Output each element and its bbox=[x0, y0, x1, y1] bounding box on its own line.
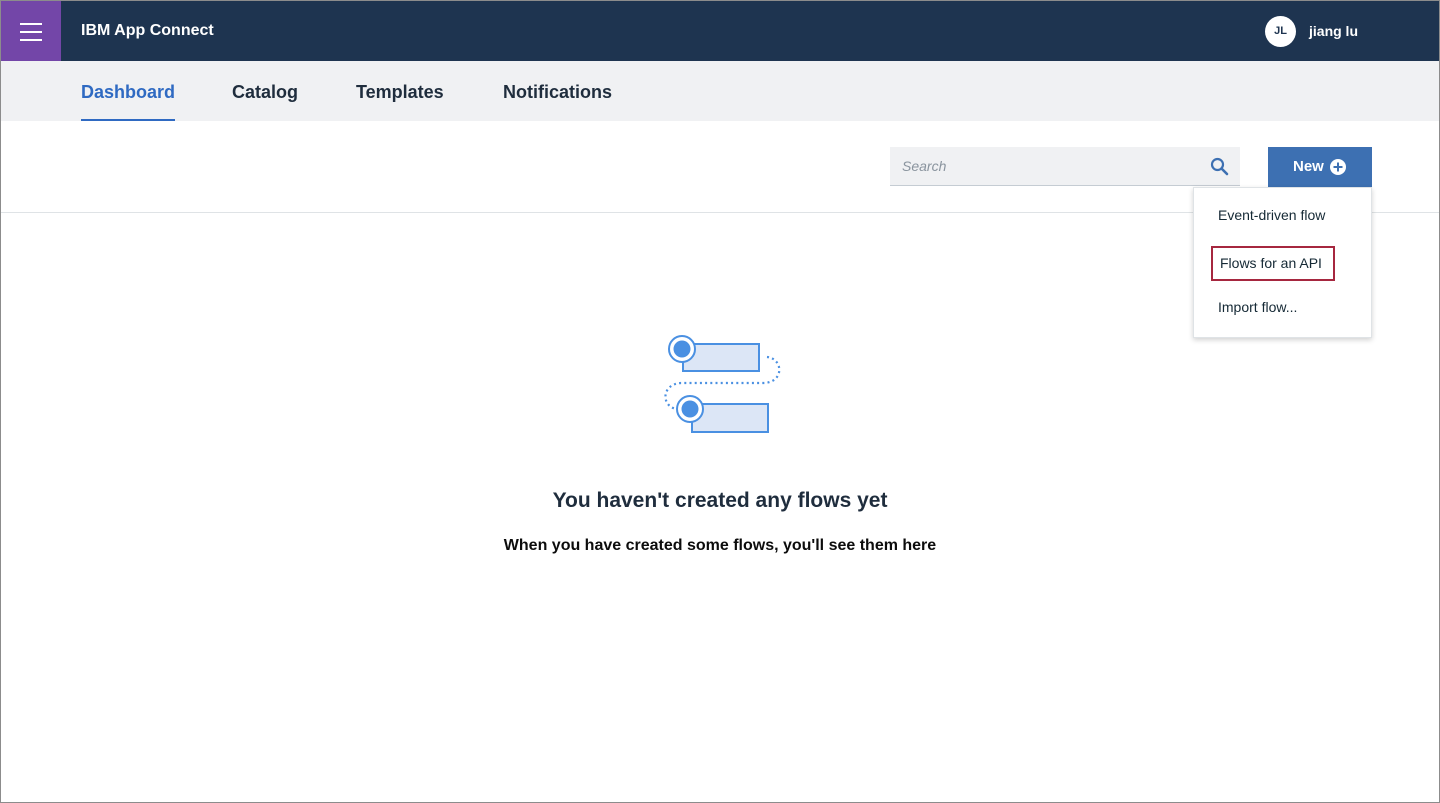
add-circle-icon bbox=[1330, 159, 1346, 175]
tab-templates[interactable]: Templates bbox=[356, 61, 444, 121]
hamburger-icon bbox=[20, 23, 42, 25]
new-button[interactable]: New bbox=[1268, 147, 1372, 187]
tab-dashboard[interactable]: Dashboard bbox=[81, 61, 176, 122]
search-input[interactable] bbox=[890, 147, 1200, 185]
top-header: IBM App Connect JL jiang lu bbox=[1, 1, 1439, 61]
main-nav: Dashboard Catalog Templates Notification… bbox=[1, 61, 1439, 122]
hamburger-menu-button[interactable] bbox=[1, 1, 61, 61]
search-icon[interactable] bbox=[1210, 157, 1230, 177]
app-title: IBM App Connect bbox=[81, 22, 214, 39]
app-window: IBM App Connect JL jiang lu Dashboard Ca… bbox=[0, 0, 1440, 803]
user-avatar[interactable]: JL bbox=[1265, 16, 1296, 47]
user-name[interactable]: jiang lu bbox=[1309, 1, 1358, 61]
hamburger-icon-line bbox=[20, 31, 42, 33]
menu-item-import-flow[interactable]: Import flow... bbox=[1218, 299, 1297, 315]
flows-illustration-icon bbox=[664, 335, 781, 433]
empty-state-title: You haven't created any flows yet bbox=[552, 489, 888, 512]
empty-state-subtitle: When you have created some flows, you'll… bbox=[503, 537, 937, 554]
tab-notifications[interactable]: Notifications bbox=[503, 61, 612, 121]
menu-item-event-driven-flow[interactable]: Event-driven flow bbox=[1218, 207, 1325, 223]
hamburger-icon-line bbox=[20, 39, 42, 41]
menu-item-flows-for-an-api[interactable]: Flows for an API bbox=[1211, 246, 1335, 281]
new-button-label: New bbox=[1293, 158, 1324, 175]
tab-catalog[interactable]: Catalog bbox=[232, 61, 298, 121]
search-box bbox=[890, 147, 1240, 186]
new-flow-menu: Event-driven flow Flows for an API Impor… bbox=[1193, 187, 1372, 338]
